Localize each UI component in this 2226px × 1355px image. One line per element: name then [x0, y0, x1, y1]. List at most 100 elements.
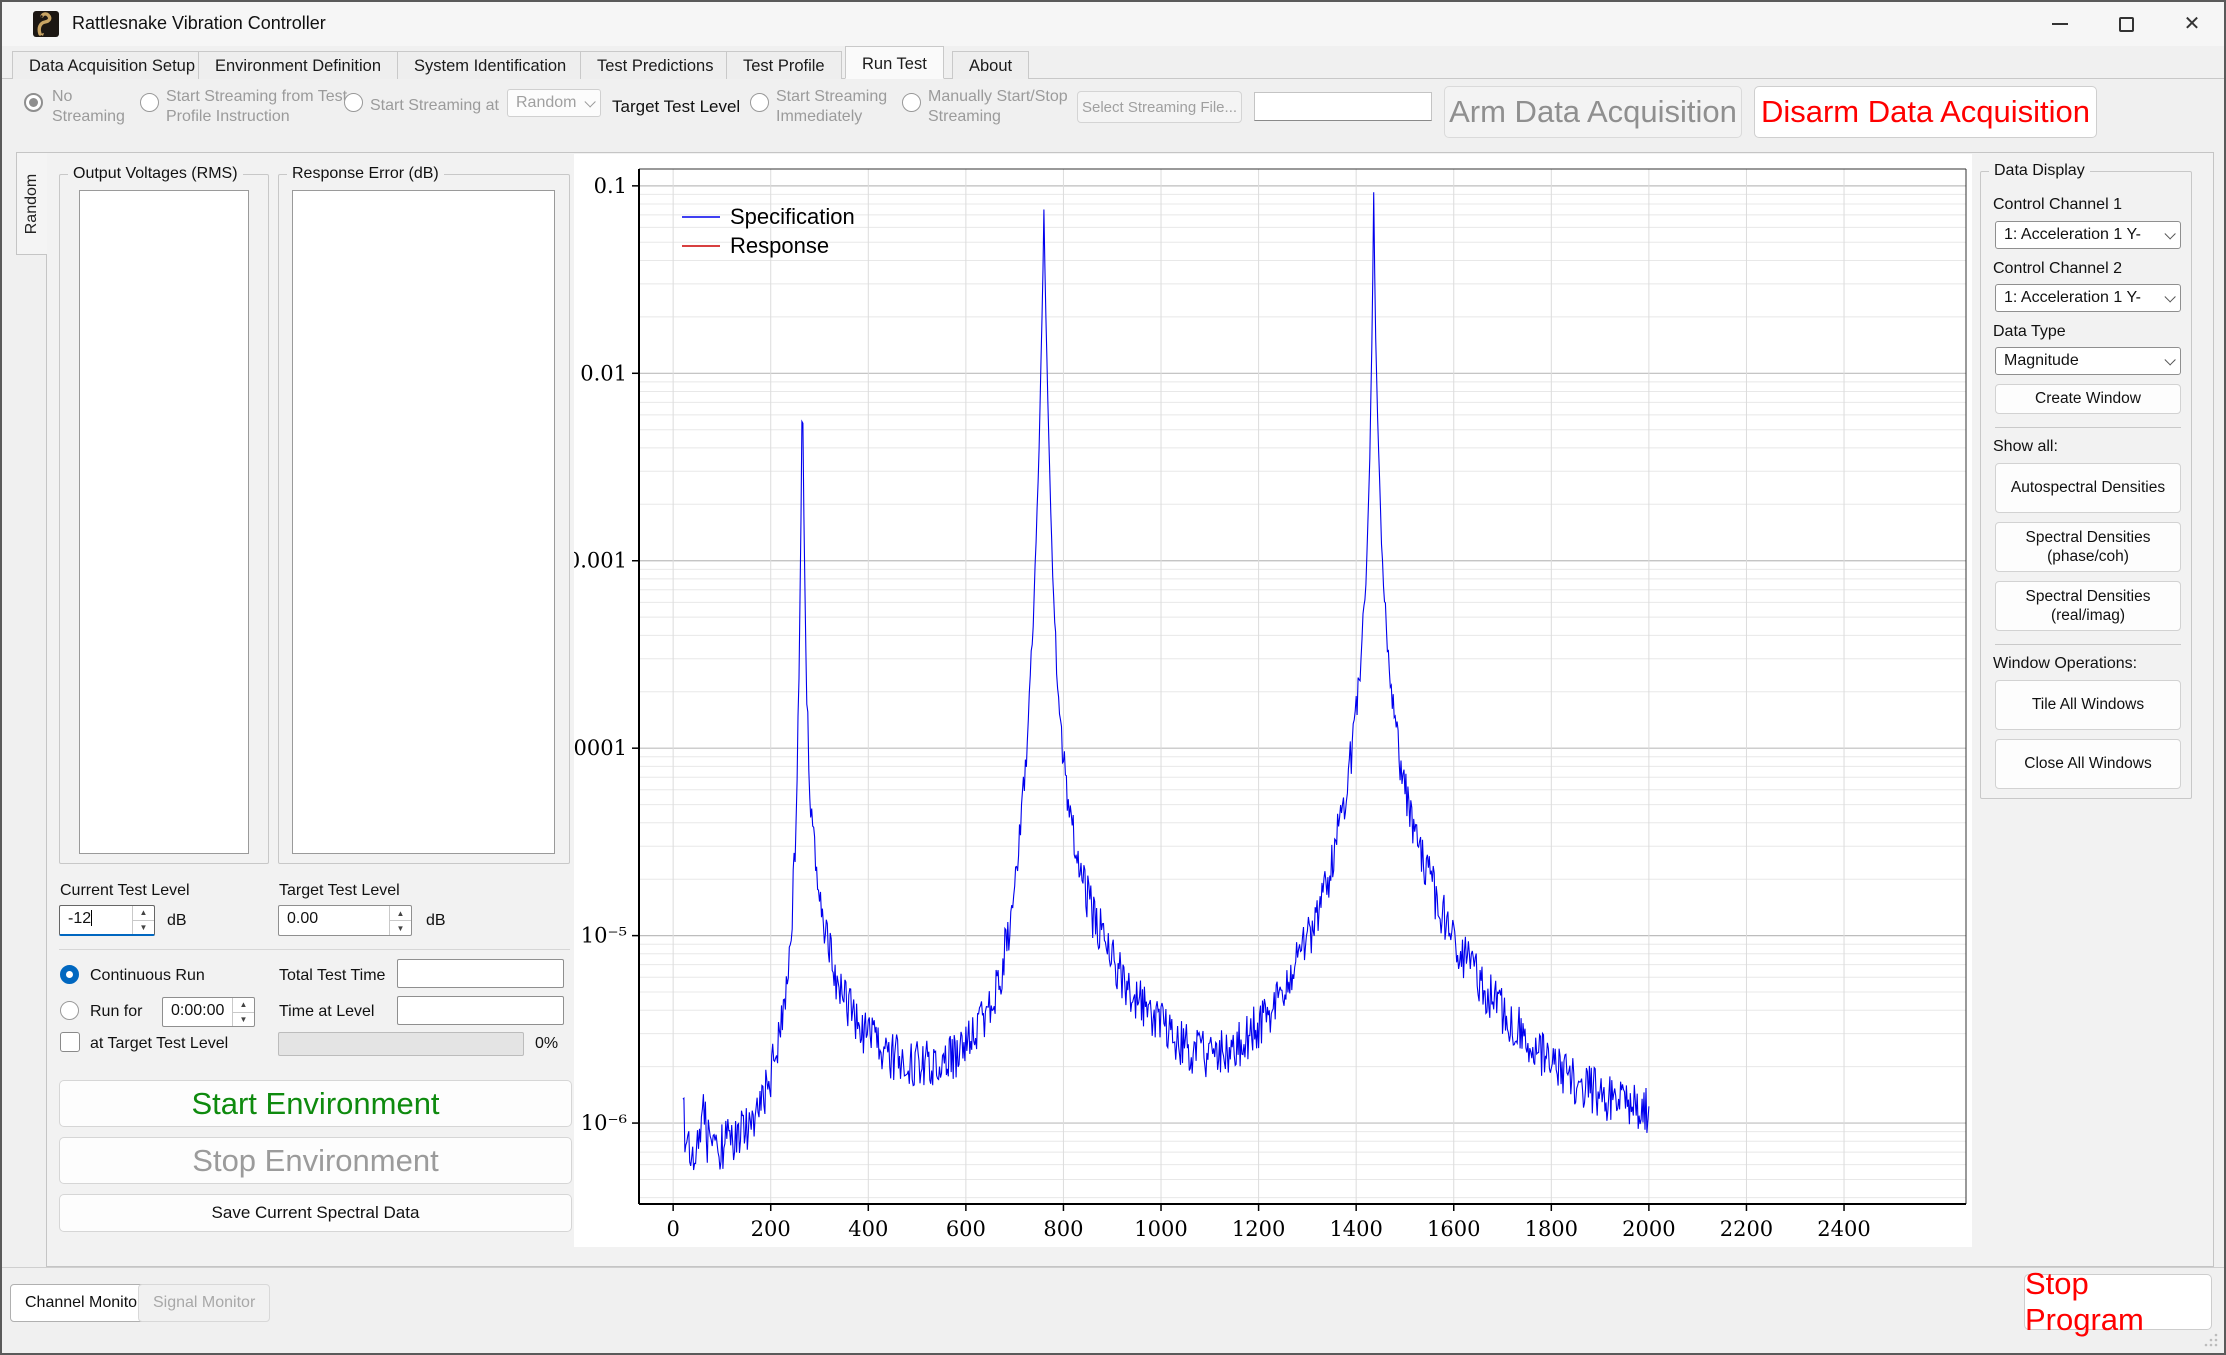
spin-up-icon[interactable]: ▲	[133, 906, 154, 921]
target-test-level-spinbox[interactable]: 0.00 ▲▼	[278, 905, 412, 936]
tab-test-predictions[interactable]: Test Predictions	[580, 51, 730, 79]
save-current-spectral-data-button[interactable]: Save Current Spectral Data	[59, 1194, 572, 1232]
tab-about[interactable]: About	[952, 51, 1029, 79]
continuous-run-label: Continuous Run	[90, 967, 205, 985]
spectral-densities-phase-coh-button[interactable]: Spectral Densities (phase/coh)	[1995, 522, 2181, 572]
close-icon[interactable]: ✕	[2160, 2, 2224, 46]
svg-text:0: 0	[666, 1217, 679, 1241]
no-streaming-radio[interactable]	[24, 93, 43, 112]
output-voltages-title: Output Voltages (RMS)	[68, 165, 243, 183]
run-for-label: Run for	[90, 1003, 142, 1021]
tab-system-identification[interactable]: System Identification	[397, 51, 583, 79]
at-target-test-level-checkbox[interactable]	[60, 1032, 80, 1052]
divider	[59, 949, 570, 950]
response-error-title: Response Error (dB)	[287, 165, 444, 183]
select-streaming-file-button[interactable]: Select Streaming File...	[1077, 91, 1242, 123]
target-test-level-toolbar-label: Target Test Level	[612, 96, 740, 117]
svg-text:1400: 1400	[1329, 1217, 1382, 1241]
start-environment-button[interactable]: Start Environment	[59, 1080, 572, 1127]
time-at-level-progressbar	[278, 1032, 524, 1056]
control-channel-1-combo[interactable]: 1: Acceleration 1 Y-	[1995, 221, 2181, 249]
autospectral-densities-button[interactable]: Autospectral Densities	[1995, 463, 2181, 513]
at-target-test-level-label: at Target Test Level	[90, 1035, 228, 1053]
svg-text:2000: 2000	[1622, 1217, 1675, 1241]
chevron-down-icon	[2164, 291, 2175, 302]
svg-text:Response: Response	[730, 233, 829, 258]
target-test-level-label: Target Test Level	[279, 882, 400, 900]
channel-monitor-button[interactable]: Channel Monitor	[10, 1284, 157, 1322]
data-type-combo[interactable]: Magnitude	[1995, 347, 2181, 375]
maximize-icon[interactable]	[2094, 2, 2158, 46]
window-operations-label: Window Operations:	[1993, 655, 2137, 673]
title-bar: Rattlesnake Vibration Controller ✕	[2, 2, 2224, 46]
start-streaming-from-radio[interactable]	[140, 93, 159, 112]
close-all-windows-button[interactable]: Close All Windows	[1995, 739, 2181, 789]
data-type-label: Data Type	[1993, 323, 2066, 341]
svg-text:10⁻⁶: 10⁻⁶	[581, 1111, 627, 1135]
svg-text:10⁻⁵: 10⁻⁵	[581, 924, 627, 948]
disarm-data-acquisition-button[interactable]: Disarm Data Acquisition	[1754, 86, 2097, 138]
arm-data-acquisition-button[interactable]: Arm Data Acquisition	[1444, 86, 1742, 138]
svg-text:0.001: 0.001	[574, 549, 627, 573]
manually-start-stop-radio[interactable]	[902, 93, 921, 112]
divider	[1995, 427, 2181, 428]
run-for-radio[interactable]	[60, 1001, 79, 1020]
svg-text:1600: 1600	[1427, 1217, 1480, 1241]
run-for-spin-buttons[interactable]: ▲▼	[232, 998, 254, 1026]
time-at-level-field[interactable]	[397, 996, 564, 1025]
tab-run-test[interactable]: Run Test	[845, 46, 944, 79]
start-streaming-at-radio[interactable]	[344, 93, 363, 112]
current-test-level-spin-buttons[interactable]: ▲▼	[132, 906, 154, 934]
spin-down-icon[interactable]: ▼	[390, 921, 411, 935]
total-test-time-field[interactable]	[397, 959, 564, 988]
control-channel-2-combo[interactable]: 1: Acceleration 1 Y-	[1995, 284, 2181, 312]
current-test-level-label: Current Test Level	[60, 882, 190, 900]
stop-program-button[interactable]: Stop Program	[2024, 1274, 2212, 1330]
svg-text:600: 600	[946, 1217, 986, 1241]
bottom-bar-divider	[2, 1267, 2224, 1268]
chevron-down-icon	[2164, 354, 2175, 365]
spin-up-icon[interactable]: ▲	[233, 998, 254, 1013]
tab-environment-definition[interactable]: Environment Definition	[198, 51, 398, 79]
streaming-at-combo[interactable]: Random	[507, 89, 601, 117]
data-display-group: Data Display Control Channel 1 1: Accele…	[1980, 171, 2192, 799]
tile-all-windows-button[interactable]: Tile All Windows	[1995, 680, 2181, 730]
spin-up-icon[interactable]: ▲	[390, 906, 411, 921]
streaming-file-input[interactable]	[1254, 92, 1432, 121]
spectrum-chart: 0200400600800100012001400160018002000220…	[574, 154, 1972, 1247]
svg-text:0.0001: 0.0001	[574, 736, 627, 760]
resize-grip-icon[interactable]	[2204, 1333, 2218, 1347]
application-window: Rattlesnake Vibration Controller ✕ Data …	[0, 0, 2226, 1355]
spin-down-icon[interactable]: ▼	[233, 1013, 254, 1027]
start-streaming-immediately-radio[interactable]	[750, 93, 769, 112]
spectral-densities-real-imag-button[interactable]: Spectral Densities (real/imag)	[1995, 581, 2181, 631]
svg-text:400: 400	[848, 1217, 888, 1241]
signal-monitor-button[interactable]: Signal Monitor	[138, 1284, 270, 1322]
current-test-level-unit: dB	[167, 912, 187, 930]
spin-down-icon[interactable]: ▼	[133, 921, 154, 935]
svg-text:0.01: 0.01	[580, 361, 627, 385]
current-test-level-spinbox[interactable]: -12 ▲▼	[59, 905, 155, 936]
no-streaming-label: No Streaming	[52, 87, 132, 127]
run-for-time-spinbox[interactable]: 0:00:00 ▲▼	[162, 997, 255, 1027]
target-test-level-spin-buttons[interactable]: ▲▼	[389, 906, 411, 935]
chevron-down-icon	[584, 96, 595, 107]
tab-test-profile[interactable]: Test Profile	[726, 51, 842, 79]
environment-tab-random[interactable]: Random	[16, 152, 47, 255]
svg-text:2400: 2400	[1817, 1217, 1870, 1241]
window-title: Rattlesnake Vibration Controller	[72, 13, 326, 34]
text-caret	[91, 910, 92, 926]
response-error-list[interactable]	[292, 190, 555, 854]
svg-text:800: 800	[1043, 1217, 1083, 1241]
create-window-button[interactable]: Create Window	[1995, 384, 2181, 414]
tab-data-acquisition-setup[interactable]: Data Acquisition Setup	[12, 51, 212, 79]
minimize-icon[interactable]	[2028, 2, 2092, 46]
output-voltages-list[interactable]	[79, 190, 249, 854]
control-channel-1-label: Control Channel 1	[1993, 196, 2122, 214]
continuous-run-radio[interactable]	[60, 965, 79, 984]
svg-text:2200: 2200	[1720, 1217, 1773, 1241]
show-all-label: Show all:	[1993, 438, 2058, 456]
stop-environment-button[interactable]: Stop Environment	[59, 1137, 572, 1184]
svg-text:1000: 1000	[1134, 1217, 1187, 1241]
time-at-level-label: Time at Level	[279, 1003, 374, 1021]
